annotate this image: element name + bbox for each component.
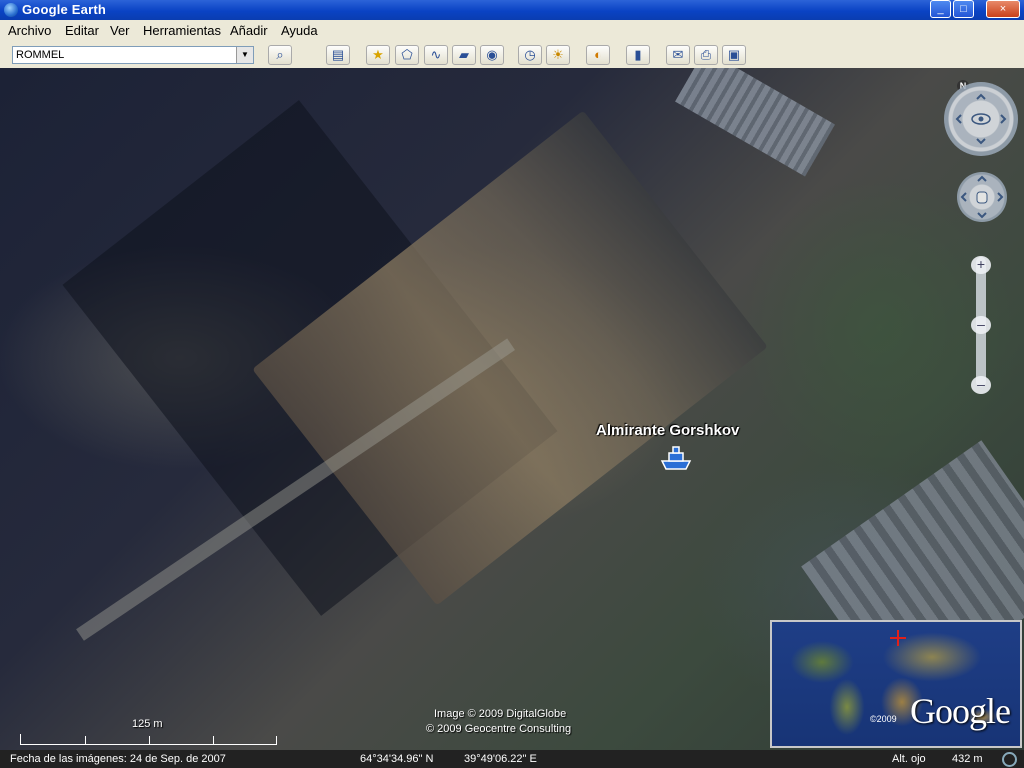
close-button[interactable]: × [986, 0, 1020, 18]
location-crosshair-icon [890, 630, 906, 646]
overview-copyright: ©2009 [870, 714, 897, 724]
eye-icon [955, 93, 1007, 145]
sunlight-button[interactable]: ☀ [546, 45, 570, 65]
add-path-button[interactable]: ∿ [424, 45, 448, 65]
zoom-in-button[interactable]: + [971, 256, 991, 274]
search-icon: ⌕ [276, 47, 284, 62]
scale-label: 125 m [132, 718, 163, 730]
latitude-readout: 64°34'34.96" N [360, 753, 434, 765]
menu-archivo[interactable]: Archivo [8, 23, 51, 38]
sunlight-icon: ☀ [552, 47, 564, 62]
minimize-button[interactable]: _ [930, 0, 951, 18]
maximize-button[interactable]: □ [953, 0, 974, 18]
eye-altitude-value: 432 m [952, 753, 983, 765]
overlay-add-icon: ▰ [459, 47, 469, 62]
placemark-add-icon: ★ [372, 47, 384, 62]
ship-placemark-icon[interactable] [658, 441, 694, 473]
longitude-readout: 39°49'06.22" E [464, 753, 537, 765]
planets-icon: ◐ [594, 47, 602, 62]
imagery-date: Fecha de las imágenes: 24 de Sep. de 200… [10, 753, 226, 765]
email-button[interactable]: ✉ [666, 45, 690, 65]
historical-imagery-button[interactable]: ◷ [518, 45, 542, 65]
record-tour-icon: ◉ [486, 47, 498, 62]
title-bar: Google Earth _ □ × [0, 0, 1024, 20]
zoom-out-button[interactable]: – [971, 376, 991, 394]
building-roof [675, 68, 835, 177]
google-logo: Google [910, 691, 1011, 731]
sidebar-toggle-button[interactable]: ▤ [326, 45, 350, 65]
print-button[interactable]: ⎙ [694, 45, 718, 65]
menu-herramientas[interactable]: Herramientas [143, 23, 221, 38]
menu-ver[interactable]: Ver [110, 23, 130, 38]
search-button[interactable]: ⌕ [268, 45, 292, 65]
path-add-icon: ∿ [430, 47, 442, 62]
historical-imagery-icon: ◷ [524, 47, 536, 62]
save-image-button[interactable]: ▣ [722, 45, 746, 65]
save-image-icon: ▣ [727, 47, 741, 62]
placemark-label[interactable]: Almirante Gorshkov [596, 422, 739, 439]
planets-button[interactable]: ◐ [586, 45, 610, 65]
google-earth-app-icon [4, 3, 18, 17]
look-joystick[interactable] [944, 82, 1018, 156]
data-copyright: © 2009 Geocentre Consulting [426, 723, 572, 735]
add-polygon-button[interactable]: ⬠ [395, 45, 419, 65]
sidebar-toggle-icon: ▤ [331, 47, 345, 62]
chevron-down-icon[interactable]: ▼ [236, 47, 253, 63]
ruler-button[interactable]: ▮ [626, 45, 650, 65]
overview-map[interactable]: ©2009 Google [770, 620, 1022, 748]
menu-editar[interactable]: Editar [65, 23, 99, 38]
imagery-copyright: Image © 2009 DigitalGlobe [434, 708, 567, 720]
ruler-icon: ▮ [634, 47, 642, 62]
menu-bar: Archivo Editar Ver Herramientas Añadir A… [0, 20, 1024, 43]
search-value: ROMMEL [16, 49, 65, 61]
email-icon: ✉ [672, 47, 684, 62]
print-icon: ⎙ [700, 47, 712, 62]
status-bar: Fecha de las imágenes: 24 de Sep. de 200… [0, 750, 1024, 768]
eye-altitude-label: Alt. ojo [892, 753, 926, 765]
zoom-slider-handle[interactable]: – [971, 316, 991, 334]
add-overlay-button[interactable]: ▰ [452, 45, 476, 65]
hand-icon [960, 175, 1004, 219]
streaming-indicator-icon [1002, 752, 1017, 767]
menu-ayuda[interactable]: Ayuda [281, 23, 318, 38]
menu-anadir[interactable]: Añadir [230, 23, 268, 38]
record-tour-button[interactable]: ◉ [480, 45, 504, 65]
search-input[interactable]: ROMMEL ▼ [12, 46, 254, 64]
move-joystick[interactable] [957, 172, 1007, 222]
scale-bar [20, 734, 277, 745]
toolbar: ROMMEL ▼ ⌕ ▤ ★ ⬠ ∿ ▰ ◉ ◷ ☀ ◐ ▮ ✉ ⎙ ▣ [0, 42, 1024, 69]
polygon-add-icon: ⬠ [401, 47, 413, 62]
window-title: Google Earth [22, 2, 107, 17]
add-placemark-button[interactable]: ★ [366, 45, 390, 65]
